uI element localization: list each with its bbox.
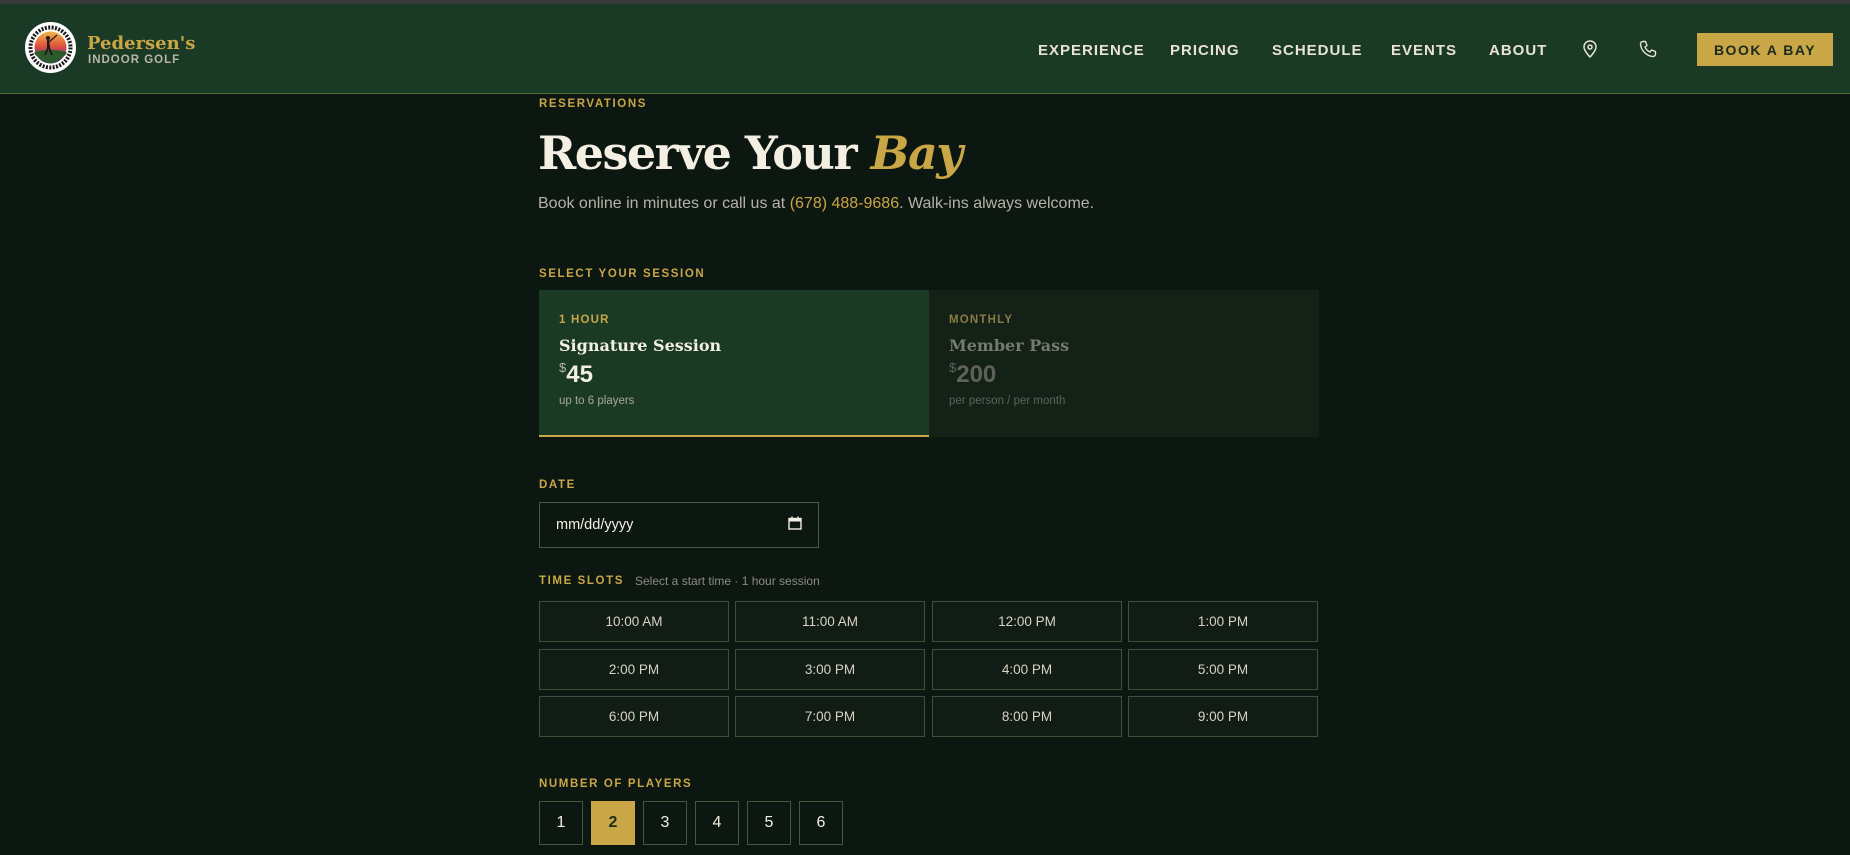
time-slot-button[interactable]: 2:00 PM xyxy=(539,649,729,690)
date-input[interactable]: mm/dd/yyyy xyxy=(539,502,819,548)
nav-experience[interactable]: EXPERIENCE xyxy=(1038,42,1145,59)
logo-icon[interactable] xyxy=(25,22,76,73)
session-option-member-pass[interactable]: MONTHLY Member Pass $200 per person / pe… xyxy=(929,290,1319,437)
time-slot-button[interactable]: 4:00 PM xyxy=(932,649,1122,690)
time-slot-button[interactable]: 3:00 PM xyxy=(735,649,925,690)
player-count-5[interactable]: 5 xyxy=(747,801,791,845)
title-accent: Bay xyxy=(870,126,963,180)
time-slot-button[interactable]: 11:00 AM xyxy=(735,601,925,642)
price-value: 45 xyxy=(566,361,593,388)
brand-tagline: INDOOR GOLF xyxy=(88,54,181,66)
players-label: NUMBER OF PLAYERS xyxy=(539,778,693,790)
time-slot-button[interactable]: 8:00 PM xyxy=(932,696,1122,737)
brand-name[interactable]: Pedersen's xyxy=(87,33,195,54)
session-duration-label: MONTHLY xyxy=(949,314,1014,326)
time-slots-hint: Select a start time · 1 hour session xyxy=(635,574,820,588)
phone-link[interactable]: (678) 488-9686 xyxy=(790,195,899,212)
session-note: up to 6 players xyxy=(559,395,635,407)
nav-pricing[interactable]: PRICING xyxy=(1170,42,1240,59)
date-label: DATE xyxy=(539,479,576,491)
session-heading: SELECT YOUR SESSION xyxy=(539,268,706,280)
title-main: Reserve Your xyxy=(538,126,858,180)
time-slots-label: TIME SLOTS xyxy=(539,575,624,587)
time-slot-button[interactable]: 1:00 PM xyxy=(1128,601,1318,642)
price-value: 200 xyxy=(956,361,997,388)
nav-schedule[interactable]: SCHEDULE xyxy=(1272,42,1363,59)
subtitle-before: Book online in minutes or call us at xyxy=(538,195,790,212)
time-slot-button[interactable]: 10:00 AM xyxy=(539,601,729,642)
hero-subtitle: Book online in minutes or call us at (67… xyxy=(538,195,1094,213)
page-title: Reserve Your Bay xyxy=(538,126,963,180)
player-count-4[interactable]: 4 xyxy=(695,801,739,845)
session-duration-label: 1 HOUR xyxy=(559,314,610,326)
currency-symbol: $ xyxy=(949,360,957,375)
session-name: Signature Session xyxy=(559,336,722,355)
book-a-bay-button[interactable]: BOOK A BAY xyxy=(1697,33,1833,66)
calendar-icon[interactable] xyxy=(788,516,802,535)
session-price: $45 xyxy=(559,360,909,388)
session-price: $200 xyxy=(949,360,1299,388)
player-count-3[interactable]: 3 xyxy=(643,801,687,845)
nav-about[interactable]: ABOUT xyxy=(1489,42,1547,59)
nav-events[interactable]: EVENTS xyxy=(1391,42,1457,59)
session-note: per person / per month xyxy=(949,395,1066,407)
currency-symbol: $ xyxy=(559,360,567,375)
time-slot-button[interactable]: 6:00 PM xyxy=(539,696,729,737)
time-slot-button[interactable]: 7:00 PM xyxy=(735,696,925,737)
player-count-1[interactable]: 1 xyxy=(539,801,583,845)
session-name: Member Pass xyxy=(949,336,1070,355)
date-placeholder: mm/dd/yyyy xyxy=(556,517,634,533)
map-pin-icon[interactable] xyxy=(1582,40,1598,63)
time-slot-button[interactable]: 5:00 PM xyxy=(1128,649,1318,690)
player-count-2[interactable]: 2 xyxy=(591,801,635,845)
subtitle-after: . Walk-ins always welcome. xyxy=(899,195,1095,212)
time-slot-button[interactable]: 9:00 PM xyxy=(1128,696,1318,737)
player-count-6[interactable]: 6 xyxy=(799,801,843,845)
site-header: Pedersen's INDOOR GOLF EXPERIENCE PRICIN… xyxy=(0,4,1850,94)
phone-icon[interactable] xyxy=(1639,40,1657,63)
session-option-signature[interactable]: 1 HOUR Signature Session $45 up to 6 pla… xyxy=(539,290,929,437)
time-slot-button[interactable]: 12:00 PM xyxy=(932,601,1122,642)
reservations-eyebrow: RESERVATIONS xyxy=(539,98,648,110)
